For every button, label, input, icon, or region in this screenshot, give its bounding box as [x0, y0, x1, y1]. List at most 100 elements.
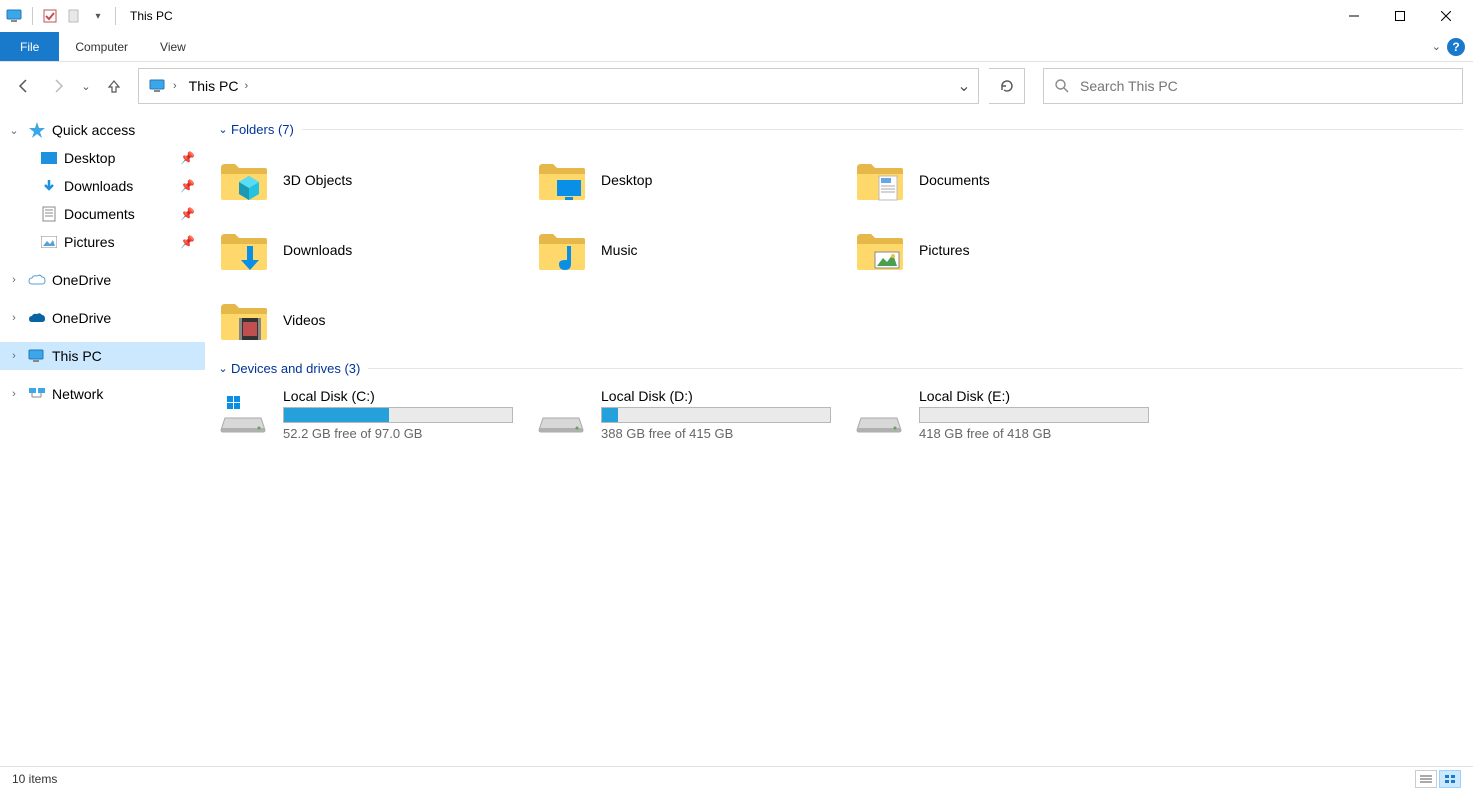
tree-onedrive[interactable]: › OneDrive — [0, 266, 205, 294]
chevron-right-icon[interactable]: › — [173, 80, 177, 92]
drive-item[interactable]: Local Disk (C:) 52.2 GB free of 97.0 GB — [215, 384, 533, 454]
pin-icon: 📌 — [180, 179, 195, 193]
group-label: Devices and drives (3) — [231, 361, 360, 376]
chevron-right-icon[interactable]: › — [6, 350, 22, 362]
folder-desktop[interactable]: Desktop — [533, 145, 851, 215]
folder-label: Desktop — [601, 172, 652, 188]
tree-label: Pictures — [64, 234, 178, 250]
properties-icon[interactable] — [39, 5, 61, 27]
folder-pictures[interactable]: Pictures — [851, 215, 1169, 285]
chevron-right-icon[interactable]: › — [6, 274, 22, 286]
folder-3d[interactable]: 3D Objects — [215, 145, 533, 215]
tree-documents[interactable]: Documents 📌 — [0, 200, 205, 228]
drive-free-text: 52.2 GB free of 97.0 GB — [283, 426, 513, 441]
drive-free-text: 388 GB free of 415 GB — [601, 426, 831, 441]
folder-label: Documents — [919, 172, 990, 188]
drive-name: Local Disk (D:) — [601, 388, 831, 404]
tree-pictures[interactable]: Pictures 📌 — [0, 228, 205, 256]
pin-icon: 📌 — [180, 151, 195, 165]
group-folders-header[interactable]: ⌄ Folders (7) — [215, 122, 1463, 137]
system-icon[interactable] — [4, 5, 26, 27]
address-dropdown-icon[interactable]: ⌄ — [954, 76, 974, 96]
folder-icon — [535, 154, 587, 206]
forward-button[interactable] — [44, 72, 72, 100]
folder-icon — [853, 154, 905, 206]
folder-label: Music — [601, 242, 638, 258]
close-button[interactable] — [1423, 0, 1469, 32]
tab-view[interactable]: View — [144, 32, 202, 61]
onedrive-icon — [28, 309, 46, 327]
window-title: This PC — [130, 9, 173, 23]
folder-videos[interactable]: Videos — [215, 285, 533, 355]
quick-access-icon — [28, 121, 46, 139]
address-bar[interactable]: › This PC › ⌄ — [138, 68, 979, 104]
navigation-pane: ⌄ Quick access Desktop 📌 Downloads 📌 Doc… — [0, 110, 205, 766]
breadcrumb-label: This PC — [189, 78, 239, 94]
group-drives-header[interactable]: ⌄ Devices and drives (3) — [215, 361, 1463, 376]
status-bar: 10 items — [0, 766, 1473, 790]
back-button[interactable] — [10, 72, 38, 100]
window-controls — [1331, 0, 1469, 32]
folder-music[interactable]: Music — [533, 215, 851, 285]
minimize-button[interactable] — [1331, 0, 1377, 32]
tab-file[interactable]: File — [0, 32, 59, 61]
content-area: ⌄ Folders (7) 3D Objects Desktop Documents… — [205, 110, 1473, 766]
chevron-right-icon[interactable]: › — [244, 80, 248, 92]
view-details-button[interactable] — [1415, 770, 1437, 788]
drive-item[interactable]: Local Disk (E:)418 GB free of 418 GB — [851, 384, 1169, 454]
search-input[interactable] — [1080, 78, 1452, 94]
view-large-icons-button[interactable] — [1439, 770, 1461, 788]
folder-documents[interactable]: Documents — [851, 145, 1169, 215]
tree-quick-access[interactable]: ⌄ Quick access — [0, 116, 205, 144]
drive-icon — [853, 388, 905, 440]
search-box[interactable] — [1043, 68, 1463, 104]
expand-ribbon-icon[interactable]: ⌄ — [1432, 40, 1441, 53]
group-label: Folders (7) — [231, 122, 294, 137]
pin-icon: 📌 — [180, 207, 195, 221]
maximize-button[interactable] — [1377, 0, 1423, 32]
folder-icon — [217, 154, 269, 206]
folder-label: 3D Objects — [283, 172, 352, 188]
address-icon[interactable]: › — [143, 79, 183, 93]
folder-label: Pictures — [919, 242, 970, 258]
tab-computer[interactable]: Computer — [59, 32, 144, 61]
chevron-right-icon[interactable]: › — [6, 388, 22, 400]
drive-usage-bar — [919, 407, 1149, 423]
this-pc-icon — [28, 347, 46, 365]
chevron-down-icon: ⌄ — [215, 123, 231, 136]
separator — [115, 7, 116, 25]
tree-onedrive[interactable]: › OneDrive — [0, 304, 205, 332]
drive-name: Local Disk (C:) — [283, 388, 513, 404]
folder-icon — [217, 294, 269, 346]
tree-desktop[interactable]: Desktop 📌 — [0, 144, 205, 172]
tree-label: OneDrive — [52, 310, 205, 326]
up-button[interactable] — [100, 72, 128, 100]
tree-network[interactable]: › Network — [0, 380, 205, 408]
navigation-bar: ⌄ › This PC › ⌄ — [0, 62, 1473, 110]
drive-icon — [217, 388, 269, 440]
chevron-down-icon[interactable]: ⌄ — [6, 124, 22, 137]
qat-dropdown-icon[interactable]: ▾ — [87, 5, 109, 27]
tree-label: This PC — [52, 348, 205, 364]
tree-label: Downloads — [64, 178, 178, 194]
tree-this-pc[interactable]: › This PC — [0, 342, 205, 370]
drive-usage-bar — [601, 407, 831, 423]
search-icon — [1054, 78, 1070, 94]
ribbon-tabs: File Computer View ⌄ ? — [0, 32, 1473, 62]
breadcrumb-this-pc[interactable]: This PC › — [183, 78, 254, 94]
folder-icon — [853, 224, 905, 276]
new-folder-icon[interactable] — [63, 5, 85, 27]
chevron-right-icon[interactable]: › — [6, 312, 22, 324]
quick-access-toolbar: ▾ This PC — [4, 5, 173, 27]
refresh-button[interactable] — [989, 68, 1025, 104]
folder-downloads[interactable]: Downloads — [215, 215, 533, 285]
tree-label: Quick access — [52, 122, 205, 138]
downloads-icon — [40, 177, 58, 195]
chevron-down-icon: ⌄ — [215, 362, 231, 375]
desktop-icon — [40, 149, 58, 167]
drive-item[interactable]: Local Disk (D:) 388 GB free of 415 GB — [533, 384, 851, 454]
recent-locations-button[interactable]: ⌄ — [78, 72, 94, 100]
tree-downloads[interactable]: Downloads 📌 — [0, 172, 205, 200]
tree-label: Documents — [64, 206, 178, 222]
help-icon[interactable]: ? — [1447, 38, 1465, 56]
